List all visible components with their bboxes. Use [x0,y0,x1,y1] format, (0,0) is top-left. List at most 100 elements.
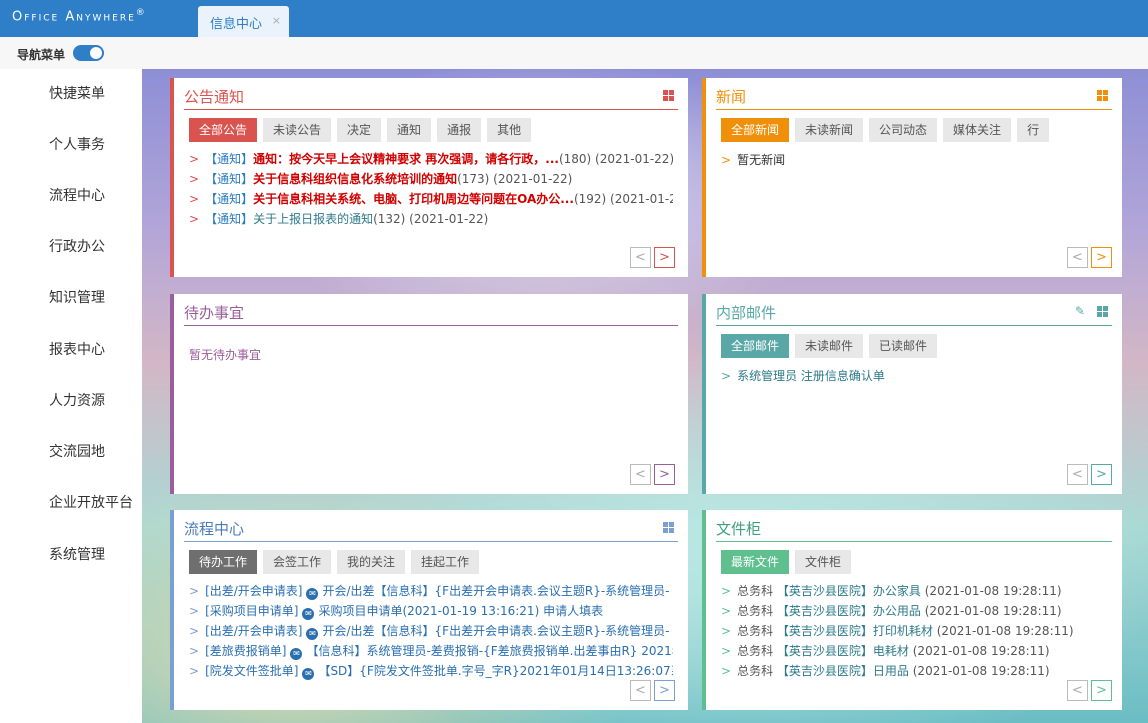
next-page-button[interactable]: > [1091,680,1112,701]
mail-icon: ✉ [306,588,319,600]
list-item[interactable]: > 【通知】通知：按今天早上会议精神要求 再次强调，请各行政，...(180) (… [189,149,673,169]
list-item[interactable]: > 总务科 【英吉沙县医院】日用品 (2021-01-08 19:28:11) [721,661,1111,681]
panel-title: 流程中心 [184,520,245,538]
list-item[interactable]: > 总务科 【英吉沙县医院】办公用品 (2021-01-08 19:28:11) [721,601,1111,621]
tab-media[interactable]: 媒体关注 [943,118,1012,142]
sidebar: 快捷菜单 个人事务 流程中心 行政办公 知识管理 报表中心 人力资源 交流园地 … [0,69,142,723]
notice-panel: 公告通知 全部公告 未读公告 决定 通知 通报 其他 > 【通知】通知：按今天早上会议精神要… [170,78,688,277]
sidebar-item-knowledge[interactable]: 知识管理 [49,287,105,307]
tab-unread-mail[interactable]: 未读邮件 [795,334,864,358]
nav-menu-toggle[interactable] [73,45,104,61]
next-page-button[interactable]: > [1091,247,1112,268]
sidebar-item-hr[interactable]: 人力资源 [49,390,105,410]
sidebar-item-personal[interactable]: 个人事务 [49,134,105,154]
grid-icon[interactable] [663,522,674,533]
list-item[interactable]: > 【通知】关于信息科组织信息化系统培训的通知(173) (2021-01-22) [189,169,673,189]
news-panel: 新闻 全部新闻 未读新闻 公司动态 媒体关注行 > 暂无新闻 < > [702,78,1122,277]
mail-icon: ✉ [306,628,319,640]
close-icon[interactable]: × [272,14,281,27]
mail-tabs: 全部邮件 未读邮件 已读邮件 [721,334,943,358]
tab-pending-work[interactable]: 待办工作 [189,550,258,574]
brand-logo: Office Anywhere® [12,8,145,24]
grid-icon[interactable] [663,90,674,101]
tab-company-news[interactable]: 公司动态 [869,118,938,142]
tab-unread-news[interactable]: 未读新闻 [795,118,864,142]
prev-page-button[interactable]: < [1067,680,1088,701]
workflow-list: > [出差/开会申请表] ✉ 开会/出差【信息科】{F出差开会申请表.会议主题R}-系… [189,581,673,681]
tab-all-mail[interactable]: 全部邮件 [721,334,790,358]
prev-page-button[interactable]: < [630,464,651,485]
todo-empty: 暂无待办事宜 [189,348,262,362]
tab-bulletins[interactable]: 通报 [437,118,482,142]
mail-panel: 内部邮件 ✎ 全部邮件 未读邮件 已读邮件 > 系统管理员 注册信息确认单 < > [702,294,1122,494]
prev-page-button[interactable]: < [1067,247,1088,268]
brand-registered-mark: ® [135,8,145,18]
tab-more[interactable]: 行 [1017,118,1050,142]
news-empty: > 暂无新闻 [721,153,786,167]
next-page-button[interactable]: > [1091,464,1112,485]
next-page-button[interactable]: > [654,247,675,268]
mail-icon: ✉ [302,668,315,680]
top-bar: Office Anywhere® 信息中心 × [0,0,1148,37]
sidebar-item-community[interactable]: 交流园地 [49,441,105,461]
panel-title: 新闻 [716,88,747,106]
sidebar-item-workflow[interactable]: 流程中心 [49,185,105,205]
mail-icon: ✉ [302,608,315,620]
list-item[interactable]: > [院发文件签批单] ✉ 【SD】{F院发文件签批单.字号_字R}2021年01月1… [189,661,673,681]
tab-read-mail[interactable]: 已读邮件 [869,334,938,358]
files-list: > 总务科 【英吉沙县医院】办公家具 (2021-01-08 19:28:11) … [721,581,1111,681]
tab-latest-files[interactable]: 最新文件 [721,550,790,574]
sidebar-item-open-platform[interactable]: 企业开放平台 [49,492,133,512]
tab-notices[interactable]: 通知 [387,118,432,142]
files-panel: 文件柜 最新文件 文件柜 > 总务科 【英吉沙县医院】办公家具 (2021-01-0… [702,510,1122,710]
workflow-panel: 流程中心 待办工作 会签工作 我的关注 挂起工作 > [出差/开会申请表] ✉ 开会/出差【… [170,510,688,710]
list-item[interactable]: > 【通知】关于上报日报表的通知(132) (2021-01-22) [189,209,673,229]
todo-panel: 待办事宜 暂无待办事宜 < > [170,294,688,494]
list-item[interactable]: > [出差/开会申请表] ✉ 开会/出差【信息科】{F出差开会申请表.会议主题R}-系… [189,621,673,641]
list-item[interactable]: > [出差/开会申请表] ✉ 开会/出差【信息科】{F出差开会申请表.会议主题R}-系… [189,581,673,601]
tab-countersign[interactable]: 会签工作 [263,550,332,574]
tab-label: 信息中心 [210,17,263,32]
files-tabs: 最新文件 文件柜 [721,550,857,574]
tab-decisions[interactable]: 决定 [337,118,382,142]
news-tabs: 全部新闻 未读新闻 公司动态 媒体关注行 [721,118,1114,142]
list-item[interactable]: > 总务科 【英吉沙县医院】办公家具 (2021-01-08 19:28:11) [721,581,1111,601]
pencil-icon[interactable]: ✎ [1075,305,1087,317]
list-item[interactable]: > 总务科 【英吉沙县医院】电耗材 (2021-01-08 19:28:11) [721,641,1111,661]
brand-name: Office Anywhere [12,9,136,25]
notice-list: > 【通知】通知：按今天早上会议精神要求 再次强调，请各行政，...(180) (… [189,149,673,229]
tab-suspended[interactable]: 挂起工作 [411,550,480,574]
notice-tabs: 全部公告 未读公告 决定 通知 通报 其他 [189,118,537,142]
tab-unread-notices[interactable]: 未读公告 [263,118,332,142]
panel-title: 文件柜 [716,520,762,538]
list-item[interactable]: > 【通知】关于信息科相关系统、电脑、打印机周边等问题在OA办公...(192) … [189,189,673,209]
tab-following[interactable]: 我的关注 [337,550,406,574]
nav-toggle-bar: 导航菜单 [0,37,1148,69]
workflow-tabs: 待办工作 会签工作 我的关注 挂起工作 [189,550,485,574]
prev-page-button[interactable]: < [1067,464,1088,485]
tab-all-news[interactable]: 全部新闻 [721,118,790,142]
prev-page-button[interactable]: < [630,247,651,268]
list-item[interactable]: > 总务科 【英吉沙县医院】打印机耗材 (2021-01-08 19:28:11) [721,621,1111,641]
panel-title: 待办事宜 [184,304,245,322]
sidebar-item-system[interactable]: 系统管理 [49,544,105,564]
panel-title: 公告通知 [184,88,245,106]
tab-file-cabinet[interactable]: 文件柜 [795,550,852,574]
sidebar-item-shortcuts[interactable]: 快捷菜单 [49,83,105,103]
grid-icon[interactable] [1097,306,1108,317]
sidebar-item-reports[interactable]: 报表中心 [49,339,105,359]
list-item[interactable]: > [采购项目申请单] ✉ 采购项目申请单(2021-01-19 13:16:21) … [189,601,673,621]
sidebar-item-admin[interactable]: 行政办公 [49,236,105,256]
grid-icon[interactable] [1097,90,1108,101]
list-item[interactable]: > [差旅费报销单] ✉ 【信息科】系统管理员-差费报销-{F差旅费报销单.出差事由R… [189,641,673,661]
prev-page-button[interactable]: < [630,680,651,701]
toggle-knob [90,47,102,59]
tab-other[interactable]: 其他 [487,118,532,142]
tab-all-notices[interactable]: 全部公告 [189,118,258,142]
next-page-button[interactable]: > [654,464,675,485]
list-item[interactable]: > 系统管理员 注册信息确认单 [721,366,1111,386]
main-content: 公告通知 全部公告 未读公告 决定 通知 通报 其他 > 【通知】通知：按今天早上会议精神要… [142,69,1148,723]
next-page-button[interactable]: > [654,680,675,701]
panel-title: 内部邮件 [716,304,777,322]
tab-info-center[interactable]: 信息中心 × [198,6,289,37]
